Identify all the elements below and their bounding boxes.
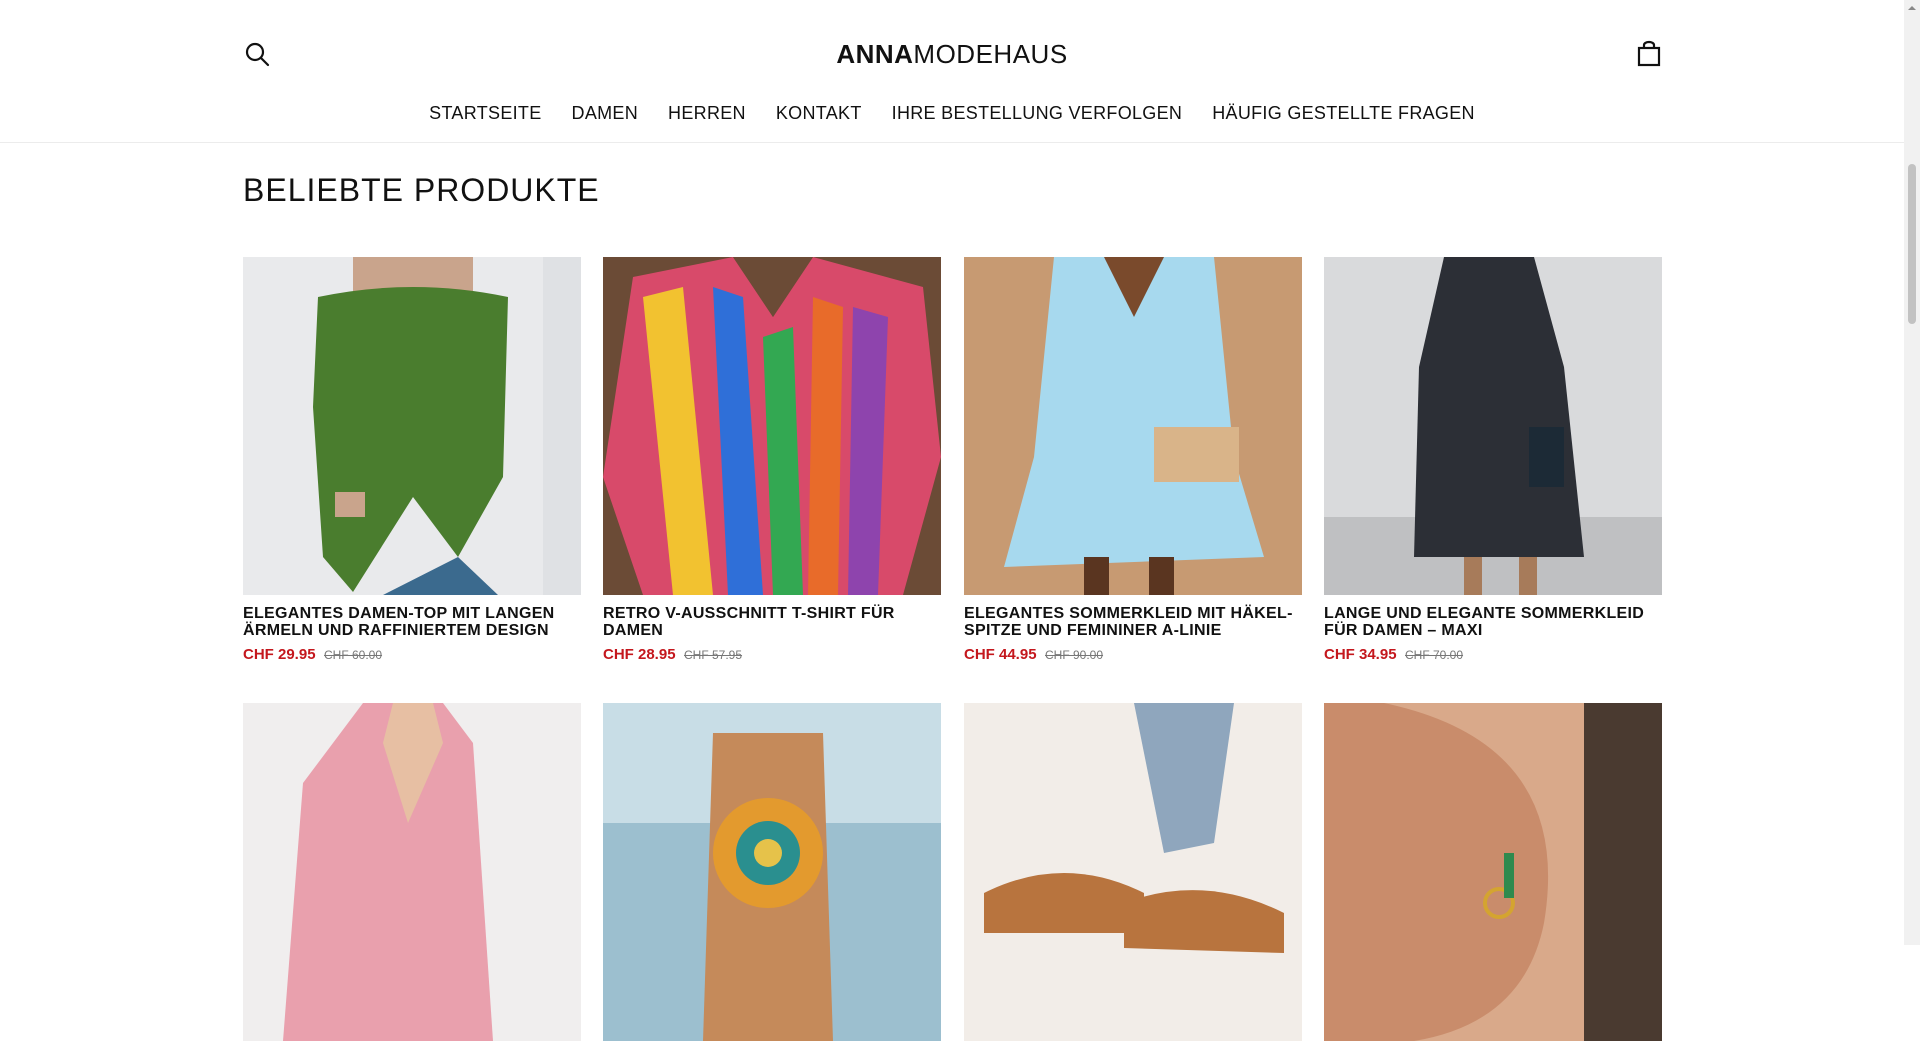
product-old-price: CHF 90.00 — [1045, 648, 1104, 662]
product-card[interactable]: LANGE UND ELEGANTE SOMMERKLEID FÜR DAMEN… — [1324, 257, 1662, 664]
product-card[interactable] — [243, 703, 581, 1041]
shopping-bag-icon — [1637, 40, 1661, 67]
page-scrollbar[interactable] — [1904, 0, 1920, 945]
section-title: BELIEBTE PRODUKTE — [243, 172, 600, 208]
product-image[interactable] — [964, 257, 1302, 595]
nav-item-track-order[interactable]: IHRE BESTELLUNG VERFOLGEN — [892, 103, 1183, 124]
product-card[interactable] — [603, 703, 941, 1041]
product-image[interactable] — [243, 257, 581, 595]
product-price: CHF 34.95 — [1324, 646, 1397, 663]
product-image[interactable] — [1324, 257, 1662, 595]
logo-bold-text: ANNA — [836, 39, 914, 69]
product-card[interactable]: ELEGANTES SOMMERKLEID MIT HÄKEL-SPITZE U… — [964, 257, 1302, 664]
nav-item-kontakt[interactable]: KONTAKT — [776, 103, 862, 124]
product-image[interactable] — [964, 703, 1302, 1041]
product-name[interactable]: RETRO V-AUSSCHNITT T-SHIRT FÜR DAMEN — [603, 605, 941, 639]
product-card[interactable] — [1324, 703, 1662, 1041]
product-old-price: CHF 57.95 — [684, 648, 743, 662]
product-card[interactable]: RETRO V-AUSSCHNITT T-SHIRT FÜR DAMEN CHF… — [603, 257, 941, 664]
product-image[interactable] — [1324, 703, 1662, 1041]
main-nav: STARTSEITE DAMEN HERREN KONTAKT IHRE BES… — [0, 103, 1904, 124]
nav-item-damen[interactable]: DAMEN — [572, 103, 639, 124]
nav-item-herren[interactable]: HERREN — [668, 103, 746, 124]
product-image[interactable] — [603, 257, 941, 595]
nav-item-faq[interactable]: HÄUFIG GESTELLTE FRAGEN — [1212, 103, 1475, 124]
logo-light-text: MODEHAUS — [913, 39, 1068, 69]
product-image[interactable] — [243, 703, 581, 1041]
product-card[interactable] — [964, 703, 1302, 1041]
cart-button[interactable] — [1635, 40, 1663, 68]
product-card[interactable]: ELEGANTES DAMEN-TOP MIT LANGEN ÄRMELN UN… — [243, 257, 581, 664]
scroll-up-arrow-icon[interactable] — [1904, 0, 1920, 16]
nav-item-startseite[interactable]: STARTSEITE — [429, 103, 541, 124]
product-old-price: CHF 70.00 — [1405, 648, 1464, 662]
product-image[interactable] — [603, 703, 941, 1041]
product-old-price: CHF 60.00 — [324, 648, 383, 662]
product-name[interactable]: LANGE UND ELEGANTE SOMMERKLEID FÜR DAMEN… — [1324, 605, 1662, 639]
product-price: CHF 44.95 — [964, 646, 1037, 663]
product-name[interactable]: ELEGANTES DAMEN-TOP MIT LANGEN ÄRMELN UN… — [243, 605, 581, 639]
product-price: CHF 28.95 — [603, 646, 676, 663]
product-price: CHF 29.95 — [243, 646, 316, 663]
site-logo[interactable]: ANNAMODEHAUS — [0, 37, 1904, 71]
site-header: ANNAMODEHAUS STARTSEITE DAMEN HERREN KON… — [0, 0, 1920, 143]
product-name[interactable]: ELEGANTES SOMMERKLEID MIT HÄKEL-SPITZE U… — [964, 605, 1302, 639]
scrollbar-thumb[interactable] — [1908, 164, 1916, 324]
